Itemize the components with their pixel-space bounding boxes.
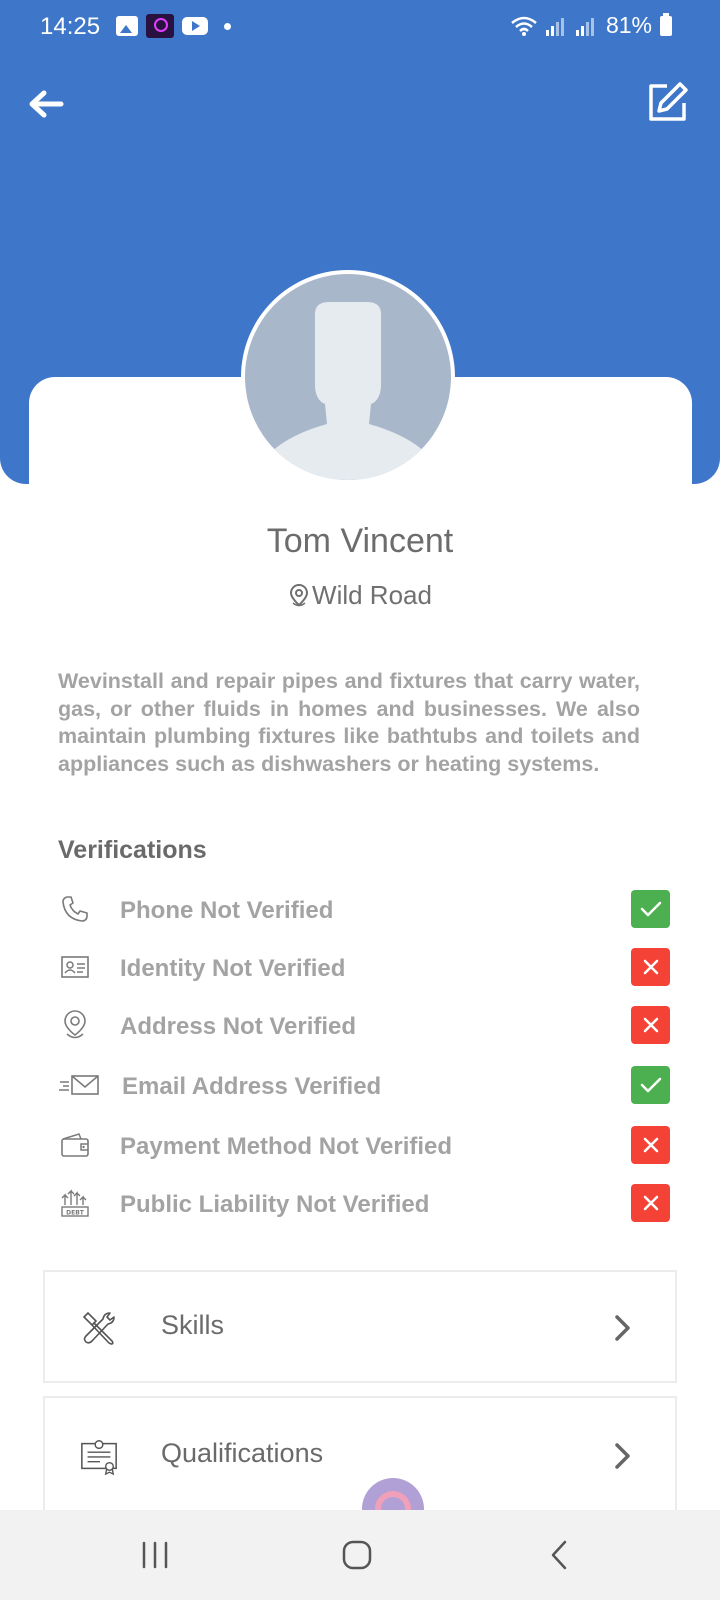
check-icon — [640, 1077, 661, 1093]
location-pin-icon — [58, 1008, 92, 1042]
recent-apps-icon — [142, 1541, 168, 1569]
not-verified-badge — [631, 1126, 670, 1164]
not-verified-badge — [631, 948, 670, 986]
verification-row-phone: Phone Not Verified — [58, 890, 670, 930]
back-icon — [551, 1540, 567, 1570]
youtube-icon — [182, 17, 208, 35]
verification-label: Identity Not Verified — [120, 955, 346, 982]
svg-text:DEBT: DEBT — [66, 1210, 85, 1217]
verification-label: Phone Not Verified — [120, 897, 334, 924]
verification-label: Email Address Verified — [122, 1073, 382, 1100]
verification-row-email: Email Address Verified — [58, 1066, 670, 1106]
wallet-icon — [58, 1128, 92, 1162]
certificate-icon — [79, 1436, 119, 1476]
nav-back-button[interactable] — [499, 1510, 619, 1600]
close-icon — [643, 1137, 658, 1153]
gallery-icon — [116, 16, 138, 36]
avatar[interactable] — [241, 270, 455, 484]
battery-icon — [660, 12, 672, 36]
verified-check-badge — [631, 890, 670, 928]
skills-label: Skills — [161, 1310, 225, 1340]
recent-apps-button[interactable] — [95, 1510, 215, 1600]
email-icon — [58, 1068, 100, 1102]
signal-icon-2 — [575, 16, 598, 36]
user-silhouette-icon — [271, 302, 425, 480]
app-icon — [146, 14, 174, 38]
status-system-icons: 81% — [510, 12, 672, 39]
arrow-left-icon — [29, 90, 64, 118]
signal-icon — [545, 16, 568, 36]
not-verified-badge — [631, 1006, 670, 1044]
id-card-icon — [58, 950, 92, 984]
home-button[interactable] — [297, 1510, 417, 1600]
verified-check-badge — [631, 1066, 670, 1104]
close-icon — [643, 1017, 658, 1033]
profile-name: Tom Vincent — [266, 522, 454, 560]
wifi-icon — [511, 16, 537, 36]
verification-row-liability: DEBT Public Liability Not Verified — [58, 1184, 670, 1224]
notification-dot — [224, 22, 231, 30]
location-text: Wild Road — [312, 580, 432, 610]
verification-row-identity: Identity Not Verified — [58, 948, 670, 988]
edit-profile-button[interactable] — [644, 80, 690, 126]
verification-row-payment: Payment Method Not Verified — [58, 1126, 670, 1166]
status-bar: 14:25 81% — [0, 0, 720, 56]
phone-icon — [58, 892, 92, 926]
tools-icon — [79, 1308, 119, 1348]
debt-icon: DEBT — [58, 1186, 92, 1220]
system-navigation-bar — [0, 1510, 720, 1600]
home-icon — [342, 1540, 372, 1570]
profile-bio: Wevinstall and repair pipes and fixtures… — [58, 669, 640, 776]
close-icon — [643, 959, 658, 975]
back-button[interactable] — [26, 84, 66, 124]
verification-label: Payment Method Not Verified — [120, 1133, 453, 1160]
edit-icon — [649, 82, 688, 121]
location-pin-icon — [290, 583, 309, 606]
battery-percentage: 81% — [605, 12, 652, 38]
skills-menu-item[interactable]: Skills — [43, 1270, 677, 1383]
close-icon — [643, 1195, 658, 1211]
status-notification-icons — [116, 14, 231, 38]
verification-label: Public Liability Not Verified — [120, 1191, 430, 1218]
verifications-title: Verifications — [58, 836, 207, 864]
not-verified-badge — [631, 1184, 670, 1222]
profile-location: Wild Road — [0, 580, 720, 611]
verification-label: Address Not Verified — [120, 1013, 357, 1040]
verification-row-address: Address Not Verified — [58, 1006, 670, 1046]
chevron-right-icon — [611, 1440, 635, 1472]
qualifications-menu-item[interactable]: Qualifications — [43, 1396, 677, 1516]
status-time: 14:25 — [40, 13, 101, 40]
chevron-right-icon — [611, 1312, 635, 1344]
check-icon — [640, 901, 661, 917]
qualifications-label: Qualifications — [161, 1438, 324, 1468]
